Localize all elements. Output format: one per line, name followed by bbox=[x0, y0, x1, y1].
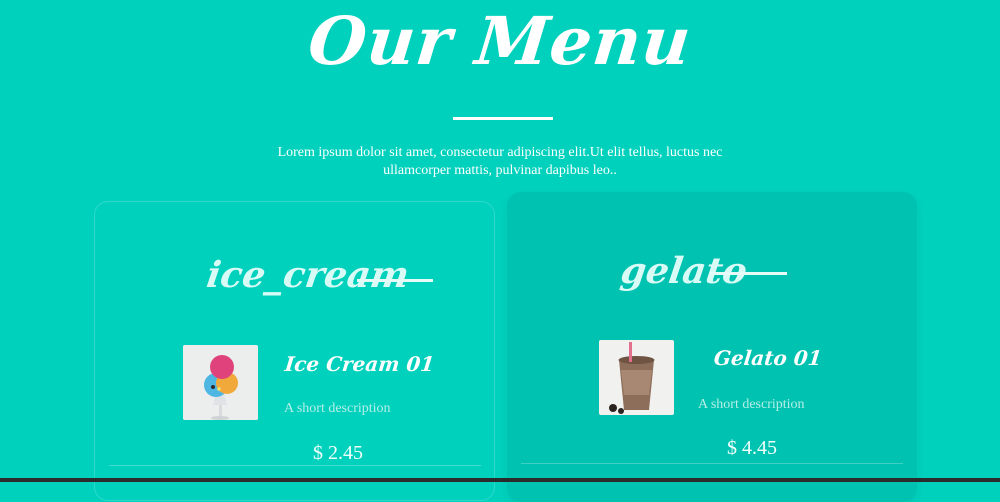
intro-text: Lorem ipsum dolor sit amet, consectetur … bbox=[277, 145, 723, 178]
gelato-cup-icon bbox=[599, 340, 674, 415]
row-divider bbox=[521, 463, 903, 464]
ice-cream-icon bbox=[183, 345, 258, 420]
item-price: $ 4.45 bbox=[727, 437, 777, 459]
category-underline bbox=[710, 272, 787, 275]
category-title-gelato: gelato bbox=[618, 250, 750, 292]
item-name: Gelato 01 bbox=[712, 346, 823, 370]
row-divider bbox=[109, 465, 481, 466]
item-description: A short description bbox=[698, 397, 805, 412]
bottom-bar bbox=[0, 478, 1000, 482]
category-underline bbox=[357, 279, 433, 282]
menu-card-ice-cream: ice_cream Ice Cream 01 A short descripti… bbox=[94, 201, 495, 501]
item-price: $ 2.45 bbox=[313, 442, 363, 464]
title-divider bbox=[453, 117, 553, 120]
menu-card-gelato: gelato Gelato 01 A short description $ 4… bbox=[507, 192, 917, 502]
item-description: A short description bbox=[284, 401, 391, 416]
item-name: Ice Cream 01 bbox=[283, 352, 436, 376]
page-title: Our Menu bbox=[304, 2, 696, 80]
category-title-ice-cream: ice_cream bbox=[204, 254, 412, 296]
